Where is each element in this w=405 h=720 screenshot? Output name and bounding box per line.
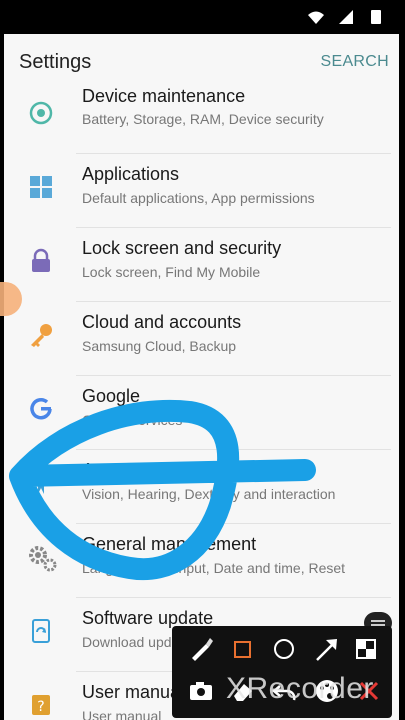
google-icon	[28, 396, 54, 422]
accessibility-icon	[28, 470, 54, 496]
battery-icon	[367, 9, 385, 25]
applications-icon	[28, 174, 54, 200]
rectangle-tool-icon[interactable]	[228, 634, 258, 664]
settings-item-applications[interactable]: Applications Default applications, App p…	[4, 154, 399, 228]
item-title: Google	[82, 386, 141, 406]
item-title: Lock screen and security	[82, 238, 282, 258]
item-title: Device maintenance	[82, 86, 246, 106]
settings-screen: Settings SEARCH Device maintenance Batte…	[4, 0, 399, 720]
software-update-icon	[28, 618, 54, 644]
item-subtitle: Language and input, Date and time, Reset	[82, 560, 346, 576]
item-title: User manual	[82, 682, 185, 702]
user-manual-icon: ?	[28, 692, 54, 718]
item-subtitle: Lock screen, Find My Mobile	[82, 264, 261, 280]
recorder-watermark: XRecorder	[226, 672, 374, 705]
brush-icon[interactable]	[186, 634, 216, 664]
search-button[interactable]: SEARCH	[321, 53, 389, 71]
item-subtitle: Vision, Hearing, Dexterity and interacti…	[82, 486, 336, 502]
page-title: Settings	[19, 51, 92, 73]
circle-tool-icon[interactable]	[270, 634, 300, 664]
item-subtitle: Default applications, App permissions	[82, 190, 315, 206]
item-subtitle: User manual	[82, 708, 162, 720]
signal-icon	[337, 9, 355, 25]
settings-list: Device maintenance Battery, Storage, RAM…	[4, 80, 399, 720]
settings-item-google[interactable]: Google Google services	[4, 376, 399, 450]
item-title: General management	[82, 534, 257, 554]
camera-icon[interactable]	[186, 676, 216, 706]
item-subtitle: Samsung Cloud, Backup	[82, 338, 237, 354]
item-title: Cloud and accounts	[82, 312, 242, 332]
item-title: Applications	[82, 164, 180, 184]
device-maintenance-icon	[28, 100, 54, 126]
item-subtitle: Google services	[82, 412, 183, 428]
lock-icon	[28, 248, 54, 274]
gears-icon	[28, 544, 57, 572]
arrow-tool-icon[interactable]	[312, 634, 342, 664]
settings-item-device-maintenance[interactable]: Device maintenance Battery, Storage, RAM…	[4, 80, 399, 154]
settings-item-accessibility[interactable]: Accessibility Vision, Hearing, Dexterity…	[4, 450, 399, 524]
settings-item-general-management[interactable]: General management Language and input, D…	[4, 524, 399, 598]
wifi-icon	[307, 9, 325, 25]
status-bar	[4, 0, 399, 34]
settings-item-lock-screen[interactable]: Lock screen and security Lock screen, Fi…	[4, 228, 399, 302]
item-title: Accessibility	[82, 460, 181, 480]
mosaic-tool-icon[interactable]	[352, 634, 382, 664]
svg-text:?: ?	[37, 699, 44, 715]
item-subtitle: Battery, Storage, RAM, Device security	[82, 111, 324, 127]
key-icon	[28, 322, 54, 348]
settings-item-cloud-accounts[interactable]: Cloud and accounts Samsung Cloud, Backup	[4, 302, 399, 376]
